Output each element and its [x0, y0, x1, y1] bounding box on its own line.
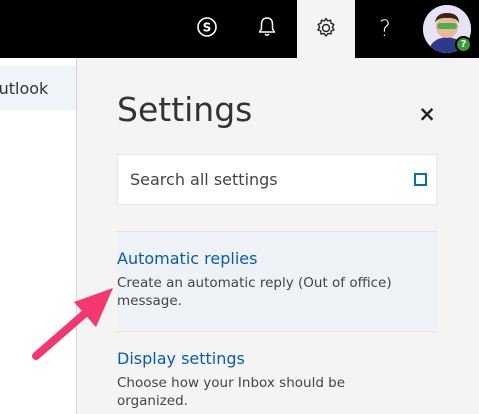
item-title[interactable]: Display settings — [117, 349, 245, 368]
list-item-automatic-replies[interactable]: Automatic replies Create an automatic re… — [117, 231, 437, 329]
item-description: Choose how your Inbox should be organize… — [117, 375, 346, 409]
close-icon: × — [418, 102, 436, 126]
search-input[interactable]: Search all settings — [117, 154, 437, 205]
sidebar-item-outlook[interactable]: Outlook — [0, 66, 76, 110]
svg-text:S: S — [203, 21, 212, 35]
skype-button[interactable]: S — [183, 0, 231, 58]
close-button[interactable]: × — [415, 102, 439, 126]
settings-panel: Settings × Search all settings Automatic… — [77, 58, 479, 414]
search-icon[interactable] — [414, 173, 427, 186]
left-navigation: Outlook — [0, 58, 76, 414]
gear-icon — [314, 16, 338, 44]
presence-status-icon: ? — [455, 36, 472, 53]
search-placeholder: Search all settings — [130, 170, 278, 189]
sidebar-item-label: Outlook — [0, 78, 49, 98]
list-item-display-settings[interactable]: Display settings Choose how your Inbox s… — [117, 331, 437, 414]
page-title: Settings — [117, 90, 253, 129]
app-window: S ? ? utlook Settings × Search all setti… — [0, 0, 479, 414]
skype-icon: S — [196, 16, 218, 42]
help-icon: ? — [379, 16, 391, 42]
top-bar: S ? — [0, 0, 479, 60]
item-description: Create an automatic reply (Out of office… — [117, 275, 392, 309]
notifications-button[interactable] — [243, 0, 291, 58]
help-button[interactable]: ? — [360, 0, 410, 58]
bell-icon — [257, 16, 277, 42]
item-title[interactable]: Automatic replies — [117, 249, 257, 268]
settings-button[interactable] — [297, 0, 355, 60]
